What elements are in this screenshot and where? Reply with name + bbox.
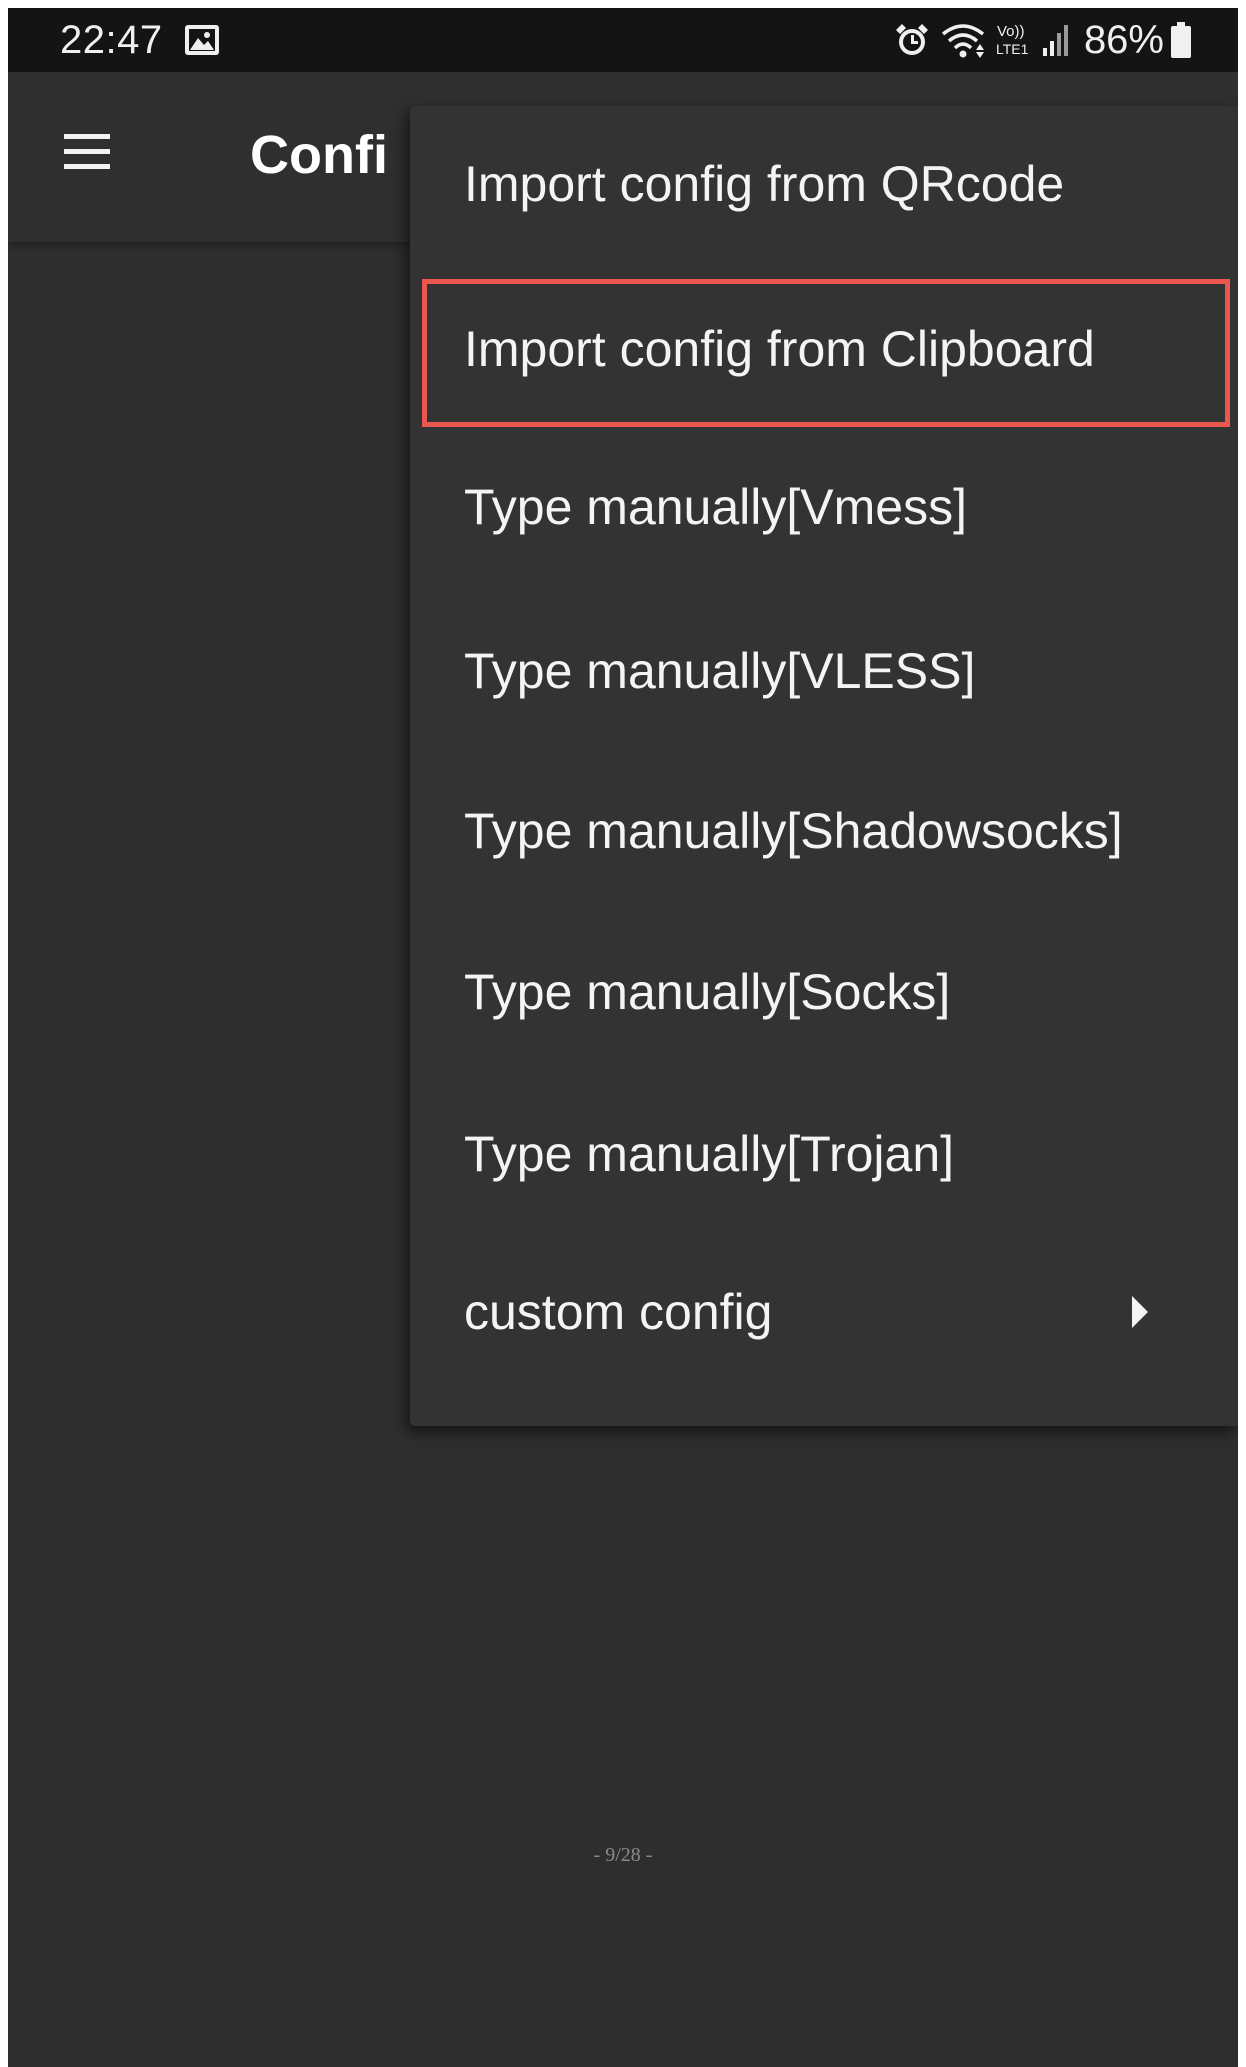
wifi-icon bbox=[941, 24, 985, 58]
menu-item-label: custom config bbox=[464, 1284, 773, 1340]
svg-text:Vo)): Vo)) bbox=[997, 23, 1025, 40]
chevron-right-icon bbox=[1132, 1296, 1148, 1328]
menu-item-import-qrcode[interactable]: Import config from QRcode bbox=[410, 106, 1238, 264]
screen: 22:47 Vo)) LTE1 86% Confi Import config … bbox=[8, 8, 1238, 2067]
menu-item-custom-config[interactable]: custom config bbox=[410, 1234, 1238, 1392]
menu-item-label: Import config from Clipboard bbox=[464, 321, 1095, 377]
menu-item-type-trojan[interactable]: Type manually[Trojan] bbox=[410, 1076, 1238, 1234]
svg-text:LTE1: LTE1 bbox=[996, 41, 1029, 57]
menu-item-type-vmess[interactable]: Type manually[Vmess] bbox=[410, 429, 1238, 587]
volte-lte-icon: Vo)) LTE1 bbox=[996, 23, 1029, 57]
menu-item-label: Type manually[VLESS] bbox=[464, 643, 976, 699]
menu-item-label: Type manually[Socks] bbox=[464, 964, 951, 1020]
menu-item-import-clipboard[interactable]: Import config from Clipboard bbox=[410, 271, 1238, 429]
menu-item-label: Type manually[Trojan] bbox=[464, 1126, 955, 1182]
battery-percent: 86% bbox=[1083, 17, 1164, 62]
battery-icon bbox=[1171, 22, 1191, 58]
menu-item-label: Type manually[Shadowsocks] bbox=[464, 803, 1123, 859]
menu-item-type-socks[interactable]: Type manually[Socks] bbox=[410, 914, 1238, 1072]
signal-icon bbox=[1042, 25, 1068, 56]
hamburger-menu-icon[interactable] bbox=[64, 132, 110, 172]
menu-item-type-shadowsocks[interactable]: Type manually[Shadowsocks] bbox=[410, 753, 1238, 911]
page-title: Confi bbox=[250, 125, 388, 185]
gallery-icon bbox=[185, 25, 219, 55]
overflow-menu: Import config from QRcode Import config … bbox=[410, 106, 1238, 1426]
menu-item-label: Type manually[Vmess] bbox=[464, 479, 967, 535]
status-bar: 22:47 Vo)) LTE1 86% bbox=[8, 8, 1238, 72]
status-time: 22:47 bbox=[60, 18, 163, 62]
menu-item-type-vless[interactable]: Type manually[VLESS] bbox=[410, 593, 1238, 751]
alarm-icon bbox=[895, 24, 928, 55]
page-number: - 9/28 - bbox=[593, 1844, 653, 1866]
menu-item-label: Import config from QRcode bbox=[464, 156, 1065, 212]
status-icons: Vo)) LTE1 86% bbox=[892, 14, 1192, 66]
